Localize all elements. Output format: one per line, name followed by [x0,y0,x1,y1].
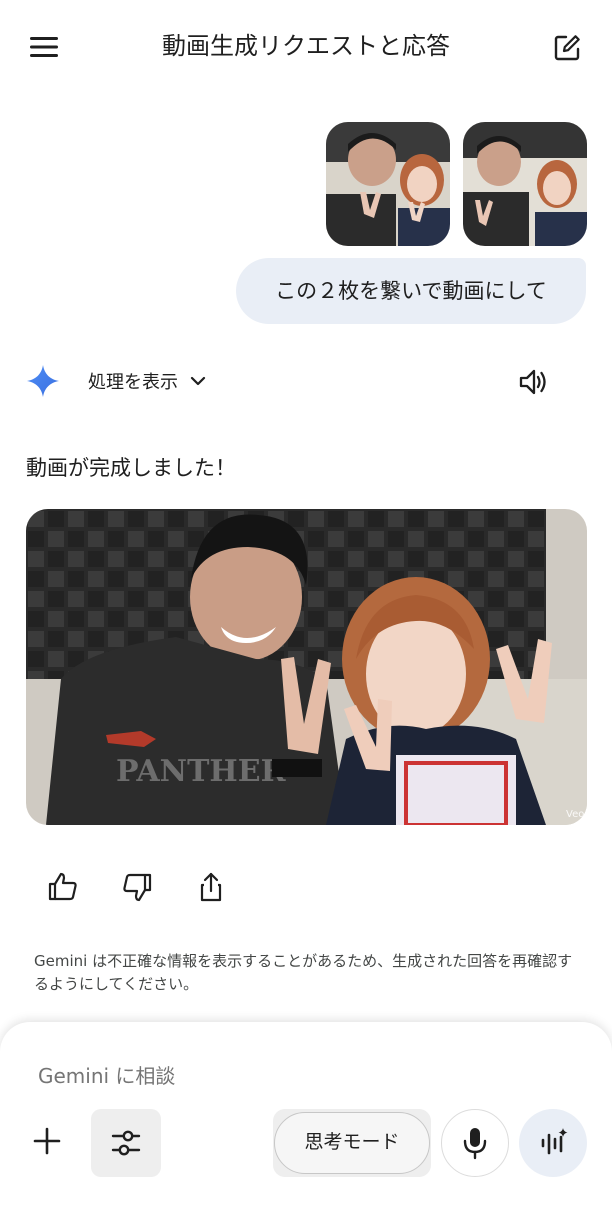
tools-sliders-icon [111,1130,141,1156]
generated-video[interactable]: PANTHER Veo [26,509,587,825]
user-message-bubble: この２枚を繋いで動画にして [236,258,586,324]
chevron-down-icon [188,371,208,391]
page-title: 動画生成リクエストと応答 [162,32,450,60]
video-watermark: Veo [566,809,584,820]
show-thinking-toggle[interactable]: 処理を表示 [88,366,208,396]
gemini-sparkle-icon [26,364,60,398]
share-icon[interactable] [194,870,228,904]
read-aloud-speaker-icon[interactable] [518,366,550,398]
add-attachment-plus-icon[interactable] [30,1124,64,1158]
thumbs-up-icon[interactable] [46,870,80,904]
response-text: 動画が完成しました！ [26,456,236,480]
thinking-mode-selector[interactable]: 思考モード [273,1109,431,1177]
uploaded-photo-1[interactable] [326,122,450,246]
shirt-print-text: PANTHER [116,754,287,789]
live-mode-button[interactable] [519,1109,587,1177]
uploaded-photo-2[interactable] [463,122,587,246]
thumbs-down-icon[interactable] [120,870,154,904]
disclaimer-text: Gemini は不正確な情報を表示することがあるため、生成された回答を再確認する… [34,952,573,993]
prompt-input[interactable] [38,1058,468,1094]
microphone-button[interactable] [441,1109,509,1177]
live-waveform-icon [541,1128,568,1155]
tools-button[interactable] [91,1109,161,1177]
show-thinking-label: 処理を表示 [88,372,178,393]
thinking-mode-label: 思考モード [274,1112,430,1174]
microphone-icon [463,1128,487,1160]
new-chat-edit-icon[interactable] [552,33,582,63]
